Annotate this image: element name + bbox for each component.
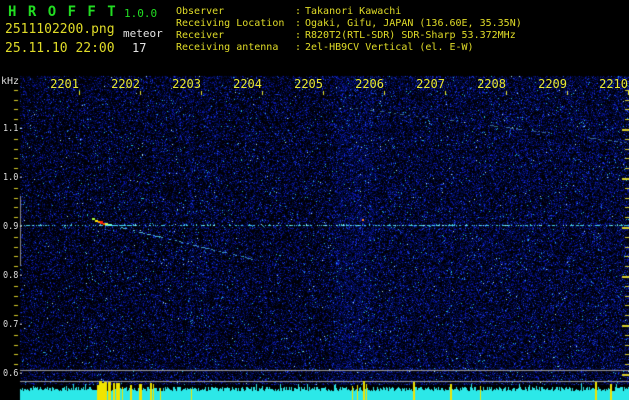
spectrogram-canvas bbox=[0, 0, 629, 400]
x-axis-label: 2201 bbox=[50, 77, 79, 91]
y-axis-label: 1.1- bbox=[3, 123, 24, 134]
x-axis-label: 2203 bbox=[172, 77, 201, 91]
y-axis-label: 0.7- bbox=[3, 319, 24, 330]
output-filename: 2511102200.png bbox=[5, 22, 115, 37]
x-axis-label: 2210 bbox=[599, 77, 628, 91]
x-axis-label: 2206 bbox=[355, 77, 384, 91]
app-version: 1.0.0 bbox=[124, 7, 158, 20]
station-row: Observer: Takanori Kawachi bbox=[176, 6, 522, 18]
station-row-value: R820T2(RTL-SDR) SDR-Sharp 53.372MHz bbox=[305, 30, 516, 41]
station-row-label: Receiving antenna bbox=[176, 42, 279, 53]
x-axis-label: 2202 bbox=[111, 77, 140, 91]
station-row: Receiving Location: Ogaki, Gifu, JAPAN (1… bbox=[176, 18, 522, 30]
datetime-label: 25.11.10 22:00 bbox=[5, 41, 115, 56]
app-title: H R O F F T bbox=[8, 4, 118, 20]
y-axis-unit: kHz bbox=[1, 76, 20, 87]
station-row-label: Receiver bbox=[176, 30, 225, 41]
station-row-separator: : bbox=[295, 18, 302, 29]
station-info: Observer: Takanori Kawachi Receiving Locat… bbox=[176, 6, 522, 54]
x-axis-label: 2207 bbox=[416, 77, 445, 91]
echo-count: 17 bbox=[132, 41, 147, 55]
station-row-separator: : bbox=[295, 42, 302, 53]
y-axis-label: 0.9- bbox=[3, 221, 24, 232]
y-axis-label: 0.6- bbox=[3, 368, 24, 379]
x-axis-label: 2209 bbox=[538, 77, 567, 91]
station-row-label: Receiving Location bbox=[176, 18, 285, 29]
station-row-separator: : bbox=[295, 6, 302, 17]
station-row: Receiving antenna:2el-HB9CV Vertical (el… bbox=[176, 42, 522, 54]
y-axis-label: 0.8- bbox=[3, 270, 24, 281]
station-row-separator: : bbox=[295, 30, 302, 41]
station-row-value: Ogaki, Gifu, JAPAN (136.60E, 35.35N) bbox=[305, 18, 522, 29]
x-axis-label: 2204 bbox=[233, 77, 262, 91]
y-axis-label: 1.0- bbox=[3, 172, 24, 183]
mode-label: meteor bbox=[123, 27, 163, 40]
x-axis-label: 2205 bbox=[294, 77, 323, 91]
station-row-label: Observer bbox=[176, 6, 225, 17]
station-row: Receiver: R820T2(RTL-SDR) SDR-Sharp 53.37… bbox=[176, 30, 522, 42]
station-row-value: 2el-HB9CV Vertical (el. E-W) bbox=[305, 42, 474, 53]
station-row-value: Takanori Kawachi bbox=[305, 6, 402, 17]
hrofft-window: H R O F F T 1.0.0 2511102200.png meteor … bbox=[0, 0, 629, 400]
x-axis-label: 2208 bbox=[477, 77, 506, 91]
